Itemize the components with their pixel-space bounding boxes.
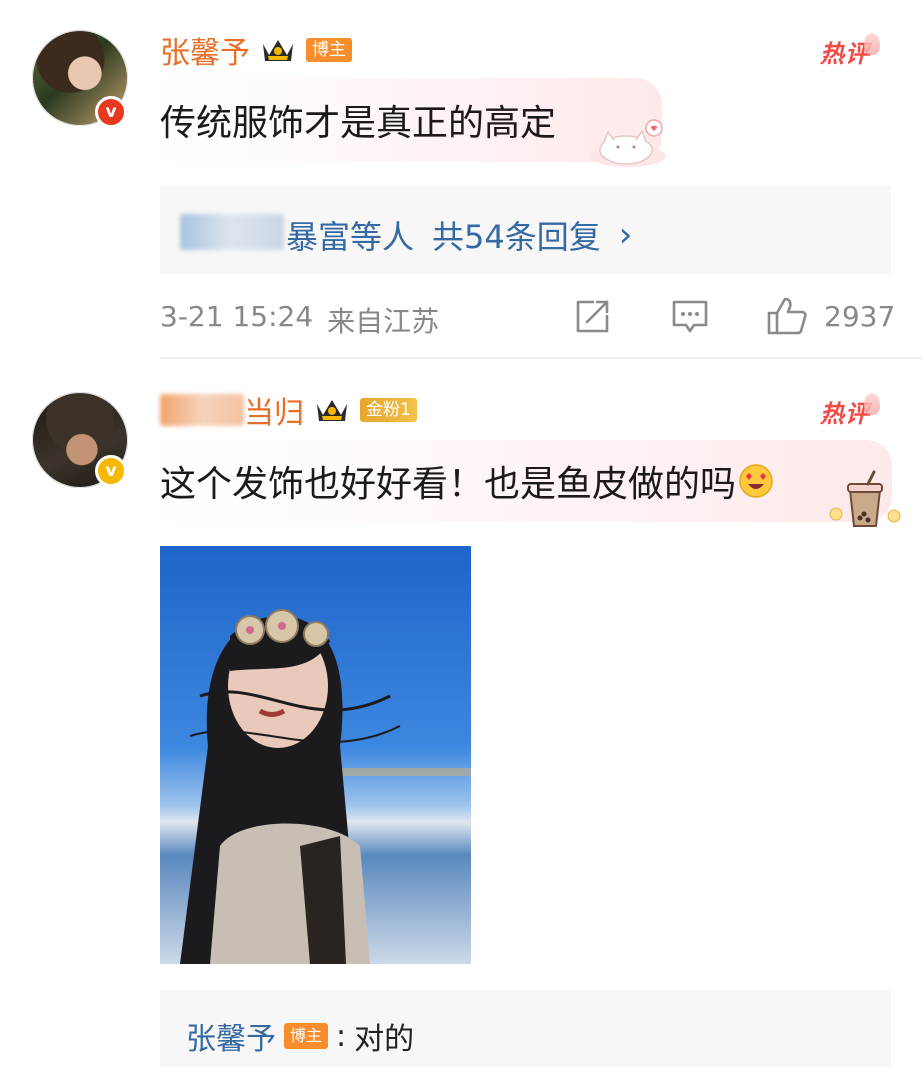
reply-separator: :	[336, 1018, 347, 1054]
chevron-right-icon[interactable]: ›	[619, 215, 633, 255]
author-reply-row: 张馨予 博主 : 对的	[186, 1014, 414, 1058]
like-count: 2937	[824, 300, 896, 333]
hot-label: 热评	[820, 32, 880, 69]
cat-sticker-icon	[590, 119, 666, 167]
reply-text: 对的	[354, 1022, 415, 1057]
verified-icon: v	[95, 455, 127, 487]
crown-icon	[317, 400, 347, 421]
blogger-badge: 博主	[306, 38, 352, 62]
comment-text-row: 这个发饰也好好看！也是鱼皮做的吗	[160, 455, 774, 507]
hot-label: 热评	[820, 392, 880, 429]
flame-icon	[864, 32, 880, 55]
replies-count-link[interactable]: 共54条回复	[432, 212, 601, 258]
flame-icon	[864, 392, 880, 415]
like-icon[interactable]	[766, 296, 808, 336]
reply-author-name[interactable]: 张馨予	[186, 1014, 276, 1058]
comment-text: 传统服饰才是真正的高定	[160, 103, 557, 144]
blurred-username	[180, 214, 284, 250]
username[interactable]: 当归	[244, 388, 304, 432]
comment-header: 张馨予 博主	[160, 28, 352, 72]
username[interactable]: 张馨予	[160, 28, 250, 72]
comment-text: 这个发饰也好好看！也是鱼皮做的吗	[160, 464, 737, 505]
emoji-icon	[739, 464, 773, 498]
comment-location: 来自江苏	[327, 305, 440, 338]
crown-icon	[263, 40, 293, 61]
replies-preview-names[interactable]: 暴富等人	[286, 212, 414, 258]
share-icon[interactable]	[574, 299, 612, 335]
milk-tea-sticker-icon	[829, 470, 901, 527]
comment-time: 3-21 15:24	[160, 300, 314, 333]
replies-preview-row: 暴富等人 共54条回复 ›	[286, 212, 632, 258]
comment-meta: 3-21 15:24 来自江苏	[160, 300, 439, 340]
divider	[160, 357, 922, 359]
fan-level-badge: 金粉1	[360, 398, 417, 422]
verified-icon: v	[95, 96, 127, 128]
photo-illustration	[180, 609, 471, 964]
comment-icon[interactable]	[670, 299, 710, 335]
comment-header: 当归 金粉1	[160, 388, 417, 432]
blogger-badge: 博主	[284, 1023, 329, 1049]
comment-image[interactable]	[160, 546, 471, 964]
blurred-username[interactable]	[160, 394, 244, 426]
